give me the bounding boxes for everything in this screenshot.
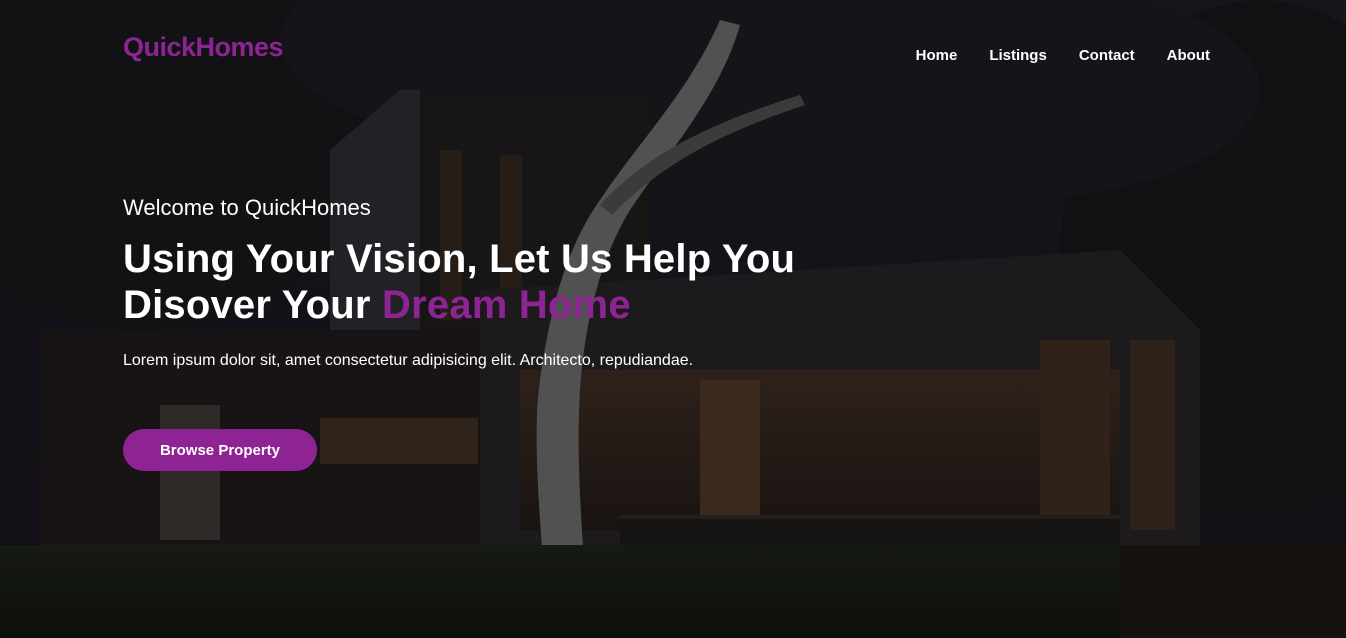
site-header: QuickHomes Home Listings Contact About: [0, 0, 1346, 100]
brand-logo[interactable]: QuickHomes: [123, 32, 284, 63]
hero-headline: Using Your Vision, Let Us Help You Disov…: [123, 236, 923, 328]
hero-subtitle: Lorem ipsum dolor sit, amet consectetur …: [123, 352, 694, 369]
main-nav: Home Listings Contact About: [916, 47, 1210, 64]
nav-link-listings[interactable]: Listings: [989, 47, 1047, 64]
hero-content: Welcome to QuickHomes Using Your Vision,…: [123, 193, 923, 372]
headline-line-2-prefix: Disover Your: [123, 283, 371, 327]
nav-link-about[interactable]: About: [1167, 47, 1210, 64]
headline-line-1: Using Your Vision, Let Us Help You: [123, 237, 796, 281]
headline-highlight: Dream Home: [382, 283, 631, 327]
hero-section: QuickHomes Home Listings Contact About W…: [0, 0, 1346, 638]
browse-property-button[interactable]: Browse Property: [123, 429, 317, 471]
nav-link-home[interactable]: Home: [916, 47, 958, 64]
hero-welcome-text: Welcome to QuickHomes: [123, 195, 371, 220]
nav-link-contact[interactable]: Contact: [1079, 47, 1135, 64]
